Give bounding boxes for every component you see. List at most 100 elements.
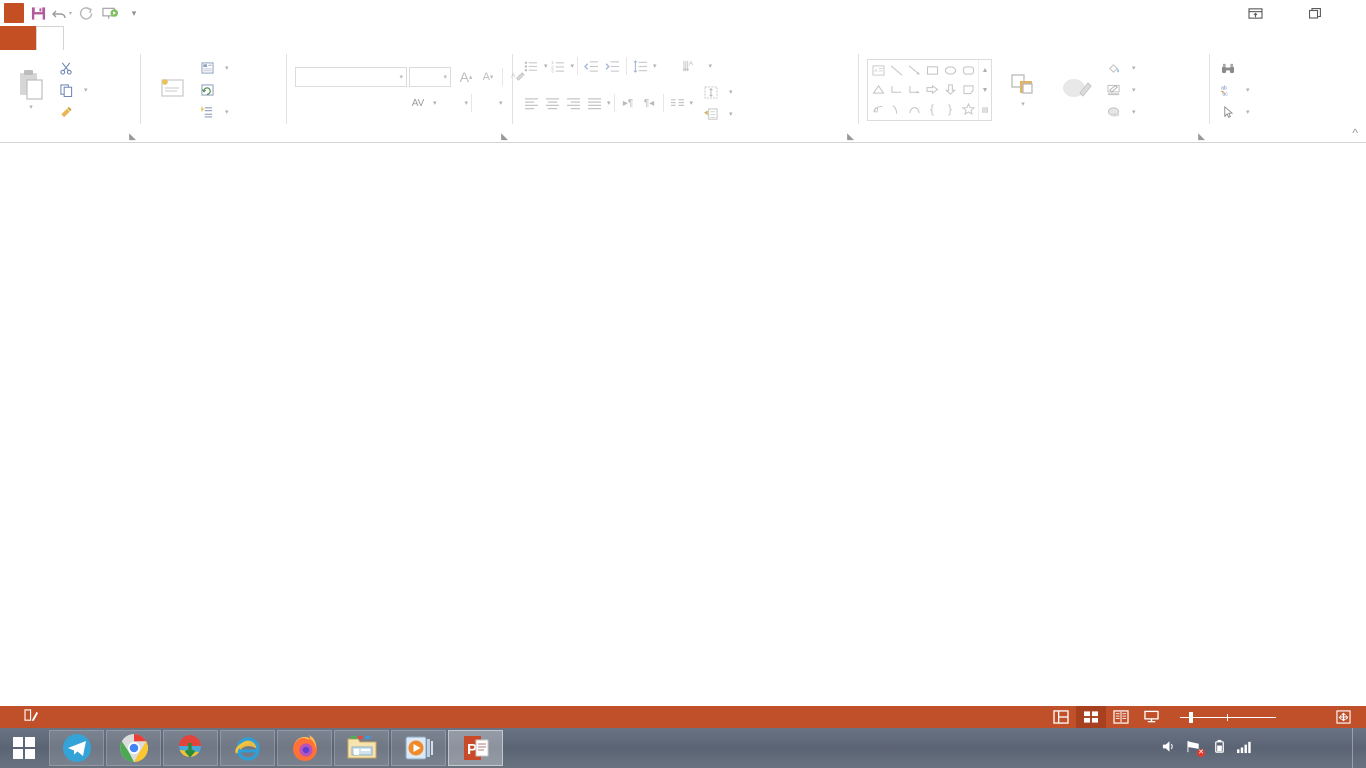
shape-down-arrow-icon[interactable] xyxy=(941,80,959,99)
tab-review[interactable] xyxy=(194,26,220,50)
shape-elbow-arrow-icon[interactable] xyxy=(905,80,923,99)
tab-transitions[interactable] xyxy=(116,26,142,50)
taskbar-item-mozilla-firefox[interactable] xyxy=(277,730,332,766)
undo-icon[interactable]: ▾ xyxy=(51,2,73,24)
shape-block-arrow-icon[interactable] xyxy=(923,80,941,99)
notes-icon[interactable] xyxy=(24,709,39,725)
justify-button[interactable] xyxy=(584,93,605,114)
replace-button[interactable]: abac ▾ xyxy=(1220,79,1250,101)
character-spacing-button[interactable]: AV xyxy=(405,93,431,114)
tab-home[interactable] xyxy=(36,26,64,50)
italic-button[interactable] xyxy=(317,93,339,114)
show-desktop-button[interactable] xyxy=(1352,728,1360,768)
align-text-button[interactable]: ▾ xyxy=(703,81,733,103)
tab-insert[interactable] xyxy=(64,26,90,50)
shape-oval-icon[interactable] xyxy=(941,61,959,80)
shape-triangle-icon[interactable] xyxy=(869,80,887,99)
clipboard-dialog-launcher[interactable]: ◣ xyxy=(129,131,136,142)
section-button[interactable]: ▾ xyxy=(199,101,229,123)
shape-right-brace-icon[interactable]: } xyxy=(941,100,959,119)
decrease-font-size-button[interactable]: A▾ xyxy=(477,67,499,88)
taskbar-item-file-explorer[interactable] xyxy=(334,730,389,766)
taskbar-item-internet-download-manager[interactable] xyxy=(163,730,218,766)
signal-strength-icon[interactable] xyxy=(1236,740,1253,757)
bold-button[interactable] xyxy=(295,93,317,114)
shape-rounded-rectangle-icon[interactable] xyxy=(959,61,977,80)
shapes-gallery-more[interactable]: ▤ xyxy=(979,100,991,120)
strikethrough-button[interactable] xyxy=(383,93,405,114)
paragraph-dialog-launcher[interactable]: ◣ xyxy=(847,131,854,142)
tab-file[interactable] xyxy=(0,26,36,50)
start-button[interactable] xyxy=(0,728,48,768)
volume-icon[interactable] xyxy=(1161,739,1177,757)
shape-textbox-icon[interactable]: A xyxy=(869,61,887,80)
redo-icon[interactable] xyxy=(75,2,97,24)
fit-slide-to-window-button[interactable] xyxy=(1328,706,1358,728)
zoom-slider[interactable] xyxy=(1174,717,1282,718)
tab-animations[interactable] xyxy=(142,26,168,50)
reset-button[interactable] xyxy=(199,79,229,101)
layout-button[interactable]: ▾ xyxy=(199,57,229,79)
align-left-button[interactable] xyxy=(521,93,542,114)
customize-quick-access-toolbar-icon[interactable]: ▾ xyxy=(123,2,145,24)
bullets-button[interactable] xyxy=(521,56,542,77)
arrange-button[interactable]: ▾ xyxy=(998,56,1048,124)
change-case-button[interactable] xyxy=(437,93,463,114)
drawing-dialog-launcher[interactable]: ◣ xyxy=(1198,131,1205,142)
font-dialog-launcher[interactable]: ◣ xyxy=(501,131,508,142)
increase-indent-button[interactable] xyxy=(602,56,623,77)
format-painter-button[interactable] xyxy=(58,101,88,123)
reading-view-button[interactable] xyxy=(1106,706,1136,728)
convert-to-smartart-button[interactable]: ▾ xyxy=(703,103,733,125)
shape-fill-button[interactable]: ▾ xyxy=(1106,57,1136,79)
copy-button[interactable]: ▾ xyxy=(58,79,88,101)
text-direction-button[interactable]: A ▾ xyxy=(683,55,713,77)
battery-icon[interactable] xyxy=(1212,739,1227,757)
save-icon[interactable] xyxy=(27,2,49,24)
taskbar-item-telegram[interactable] xyxy=(49,730,104,766)
select-button[interactable]: ▾ xyxy=(1220,101,1250,123)
minimize-button[interactable] xyxy=(1270,2,1300,24)
shapes-gallery-scroll-up[interactable]: ▲ xyxy=(979,60,991,80)
zoom-track[interactable] xyxy=(1180,717,1276,718)
shapes-gallery-scroll-down[interactable]: ▼ xyxy=(979,80,991,100)
decrease-indent-button[interactable] xyxy=(581,56,602,77)
shape-curve-icon[interactable] xyxy=(905,100,923,119)
text-shadow-button[interactable] xyxy=(361,93,383,114)
paste-button[interactable]: ▾ xyxy=(4,56,58,124)
taskbar-item-powerpoint[interactable]: P xyxy=(448,730,503,766)
normal-view-button[interactable] xyxy=(1046,706,1076,728)
ribbon-display-options-button[interactable] xyxy=(1240,2,1270,24)
network-icon[interactable]: ✕ xyxy=(1186,739,1203,757)
zoom-thumb[interactable] xyxy=(1189,712,1193,723)
font-size-input[interactable]: ▾ xyxy=(409,67,451,87)
restore-button[interactable] xyxy=(1300,2,1330,24)
taskbar-item-media-player[interactable] xyxy=(391,730,446,766)
slide-sorter-pane[interactable] xyxy=(0,144,1366,706)
start-slideshow-icon[interactable] xyxy=(99,2,121,24)
shape-rectangle-icon[interactable] xyxy=(923,61,941,80)
ltr-text-direction-button[interactable]: ▸¶ xyxy=(618,93,639,114)
new-slide-button[interactable] xyxy=(145,56,199,124)
shape-scribble-icon[interactable] xyxy=(869,100,887,119)
slide-sorter-view-button[interactable] xyxy=(1076,706,1106,728)
quick-styles-button[interactable] xyxy=(1054,56,1100,124)
shape-arrow-icon[interactable] xyxy=(905,61,923,80)
shape-elbow-connector-icon[interactable] xyxy=(887,80,905,99)
shape-line-icon[interactable] xyxy=(887,61,905,80)
align-right-button[interactable] xyxy=(563,93,584,114)
rtl-text-direction-button[interactable]: ¶◂ xyxy=(639,93,660,114)
shape-outline-button[interactable]: ▾ xyxy=(1106,79,1136,101)
help-button[interactable] xyxy=(1210,2,1240,24)
font-color-button[interactable] xyxy=(475,93,497,114)
slide-show-view-button[interactable] xyxy=(1136,706,1166,728)
cut-button[interactable] xyxy=(58,57,88,79)
shapes-gallery[interactable]: A { } xyxy=(867,59,992,121)
shape-star-icon[interactable] xyxy=(959,100,977,119)
collapse-ribbon-button[interactable]: ^ xyxy=(1352,126,1358,140)
find-button[interactable] xyxy=(1220,57,1250,79)
shape-effects-button[interactable]: ▾ xyxy=(1106,101,1136,123)
align-center-button[interactable] xyxy=(542,93,563,114)
font-name-input[interactable]: ▾ xyxy=(295,67,407,87)
taskbar-item-google-chrome[interactable] xyxy=(106,730,161,766)
